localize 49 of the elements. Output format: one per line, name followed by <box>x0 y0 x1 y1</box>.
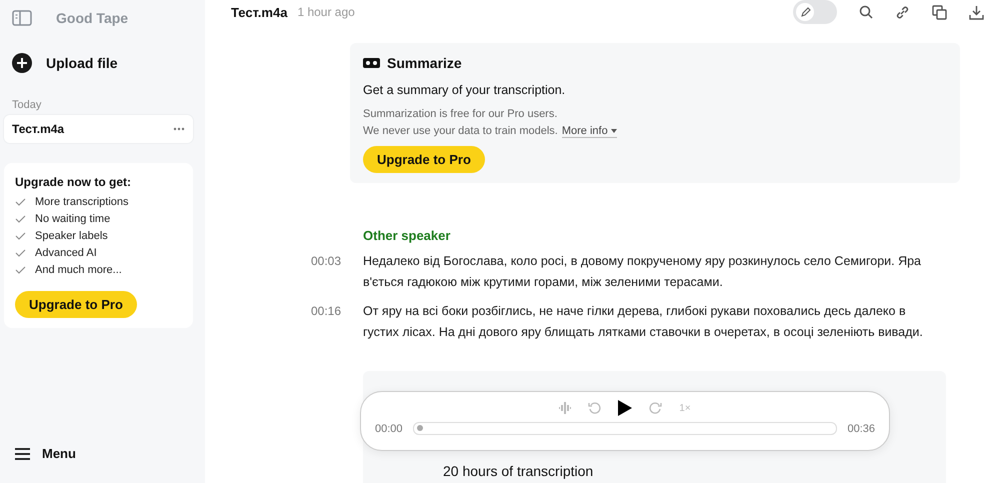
feature-text: Speaker labels <box>35 230 108 242</box>
edit-toggle[interactable] <box>793 0 837 24</box>
caret-icon <box>610 129 617 133</box>
feature-text: More transcriptions <box>35 196 129 208</box>
upgrade-title: Upgrade now to get: <box>15 175 131 189</box>
transcript-text: Недалеко від Богослава, коло росі, в довому покрученому яру розкинулось село Семигори. Яра в'ється гадюкою між крутими горами, між зеленими терасами. <box>363 253 922 291</box>
feature-text: Advanced AI <box>35 246 97 258</box>
feature-text: No waiting time <box>35 212 110 224</box>
menu-icon <box>15 448 30 460</box>
more-icon[interactable] <box>173 127 185 131</box>
summary-note: We never use your data to train models. <box>363 124 558 139</box>
file-title: Тест.m4a <box>231 4 288 20</box>
promo-text: 20 hours of transcription <box>443 463 594 479</box>
plus-icon <box>12 53 32 73</box>
pencil-icon <box>800 6 810 18</box>
current-time: 00:00 <box>375 422 403 434</box>
time-ago: 1 hour ago <box>297 5 355 19</box>
link-icon[interactable] <box>895 4 910 20</box>
check-icon <box>15 232 26 240</box>
summary-note: Summarization is free for our Pro users. <box>363 107 558 122</box>
duration: 00:36 <box>847 422 875 434</box>
more-info-link[interactable]: More info <box>562 125 617 138</box>
speaker-name: Other speaker <box>363 228 450 243</box>
timestamp[interactable]: 00:16 <box>311 301 343 343</box>
progress-track[interactable] <box>412 422 838 435</box>
timestamp[interactable]: 00:03 <box>311 251 343 293</box>
upload-file-button[interactable]: Upload file <box>12 53 193 73</box>
menu-button[interactable]: Menu <box>15 446 193 461</box>
section-label: Today <box>12 99 42 111</box>
file-item[interactable]: Тест.m4a <box>4 115 193 143</box>
check-icon <box>15 248 26 256</box>
sidebar-toggle-icon[interactable] <box>12 10 32 26</box>
summary-title: Summarize <box>387 55 462 71</box>
check-icon <box>15 214 26 222</box>
feature-text: And much more... <box>35 264 122 276</box>
file-name: Тест.m4a <box>12 122 64 136</box>
check-icon <box>15 198 26 206</box>
play-icon[interactable] <box>618 400 632 416</box>
copy-icon[interactable] <box>932 4 947 20</box>
upgrade-button[interactable]: Upgrade to Pro <box>15 291 137 318</box>
check-icon <box>15 266 26 274</box>
brand-name: Good Tape <box>56 10 128 26</box>
tape-icon <box>363 58 380 68</box>
download-icon[interactable] <box>969 4 984 20</box>
upgrade-button[interactable]: Upgrade to Pro <box>363 146 485 173</box>
search-icon[interactable] <box>859 5 873 19</box>
transcript-text: От яру на всі боки розбіглись, не наче гілки дерева, глибокі рукави поховались десь далеко в густих лісах. На дні дового яру блищать лятками ставочки в очеретах, в осоці зеленіють вивади. <box>363 303 924 341</box>
progress-thumb[interactable] <box>416 425 423 431</box>
summary-lead: Get a summary of your transcription. <box>363 83 566 97</box>
